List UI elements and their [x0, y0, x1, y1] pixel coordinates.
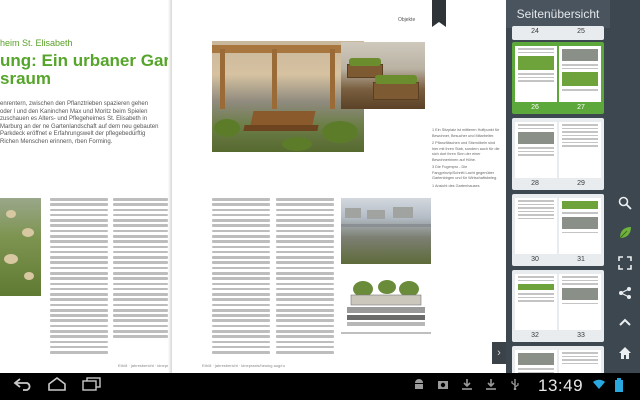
page-footer: Eth/8 · jahresbericht · kinepraxis/heuin…	[202, 363, 285, 368]
article-headline: ung: Ein urbaner Garten sraum	[0, 52, 196, 88]
caption-item: 3 Die Fugenpro - Die Fangprinzip/Schnitt…	[432, 165, 498, 180]
page-spread-thumbnail[interactable]: 26 27	[512, 42, 604, 114]
up-arrow-icon[interactable]	[617, 316, 633, 332]
rooftop-photo	[341, 198, 431, 264]
garden-photo	[0, 198, 41, 296]
page-overview-panel: Seitenübersicht 24 25 26 27 28 29 30 31 …	[506, 0, 610, 373]
planter-photo	[341, 42, 425, 109]
page-number: 28	[531, 180, 539, 187]
battery-icon	[612, 378, 626, 394]
page-spread-thumbnail[interactable]: 24 25	[512, 26, 604, 40]
usb-icon	[508, 378, 522, 394]
page-spread-thumbnail[interactable]	[512, 346, 604, 373]
headline-line-2: sraum	[0, 69, 52, 88]
left-page: heim St. Elisabeth ung: Ein urbaner Gart…	[0, 0, 201, 373]
fullscreen-icon[interactable]	[617, 256, 633, 272]
page-number: 27	[577, 104, 585, 111]
page-number: 26	[531, 104, 539, 111]
text-column	[113, 198, 168, 341]
home-icon[interactable]	[617, 346, 633, 362]
android-icon	[412, 378, 426, 394]
camera-icon	[436, 378, 450, 394]
back-icon[interactable]	[10, 377, 36, 396]
caption-item: 1 Ansicht des Gartenhauses	[432, 183, 480, 188]
page-spread-thumbnail[interactable]: 30 31	[512, 194, 604, 266]
download-icon	[460, 378, 474, 394]
page-number: 30	[531, 256, 539, 263]
caption-item: 2 Pflanzfläschen und Sitzmöbeln sind hie…	[432, 141, 500, 162]
photo-captions: 1 Ein Sitzplatz ist mittleren Hoffpunkt …	[432, 128, 500, 191]
article-kicker: heim St. Elisabeth	[0, 38, 73, 48]
search-icon[interactable]	[617, 196, 633, 212]
bookmark-ribbon[interactable]	[432, 0, 446, 27]
android-system-bar: 13:49	[0, 373, 640, 400]
page-number: 33	[577, 332, 585, 339]
action-sidebar	[610, 0, 640, 373]
text-column	[50, 198, 108, 356]
clock: 13:49	[538, 376, 584, 395]
text-column	[276, 198, 334, 356]
page-overview-title: Seitenübersicht	[506, 0, 610, 28]
share-icon[interactable]	[617, 286, 633, 302]
collapse-panel-button[interactable]: ›	[492, 342, 506, 364]
download-icon	[484, 378, 498, 394]
page-spread-thumbnail[interactable]: 32 33	[512, 270, 604, 342]
magazine-reader[interactable]: heim St. Elisabeth ung: Ein urbaner Gart…	[0, 0, 506, 373]
article-intro: enrentern, zwischen den Pflanztrieben sp…	[0, 101, 159, 145]
page-number: 29	[577, 180, 585, 187]
recent-apps-icon[interactable]	[78, 377, 104, 396]
text-column	[212, 198, 270, 356]
planter-diagram	[341, 280, 431, 334]
page-number: 25	[577, 28, 585, 35]
page-number: 24	[531, 28, 539, 35]
home-icon[interactable]	[44, 377, 70, 396]
page-spread-thumbnail[interactable]: 28 29	[512, 118, 604, 190]
wifi-icon	[592, 378, 606, 394]
section-label: Objekte	[398, 17, 416, 23]
page-number: 32	[531, 332, 539, 339]
leaf-icon[interactable]	[617, 226, 633, 242]
caption-item: 1 Ein Sitzplatz ist mittleren Hoffpunkt …	[432, 128, 500, 138]
page-number: 31	[577, 256, 585, 263]
headline-line-1: ung: Ein urbaner Garten	[0, 51, 196, 70]
